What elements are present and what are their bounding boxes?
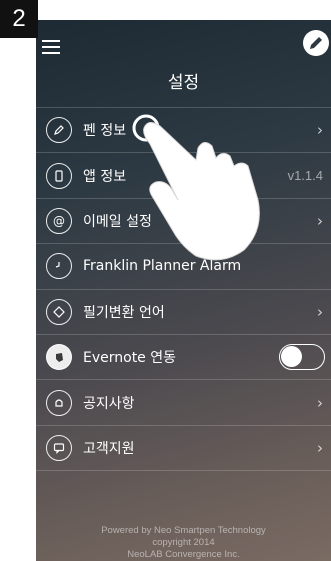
footer-line: Powered by Neo Smartpen Technology <box>101 525 266 536</box>
bell-icon <box>46 389 72 416</box>
row-label: 앱 정보 <box>83 168 127 185</box>
settings-screen: 설정 펜 정보 › 앱 정보 v1.1.4 @ 이메일 설정 › Frankli… <box>36 20 331 561</box>
settings-row-franklin-alarm[interactable]: Franklin Planner Alarm <box>36 244 331 290</box>
chevron-right-icon: › <box>317 121 323 140</box>
pen-icon <box>310 37 322 49</box>
settings-row-notices[interactable]: 공지사항 › <box>36 380 331 426</box>
clock-icon <box>46 253 72 280</box>
at-icon: @ <box>46 207 72 234</box>
pen-icon <box>46 117 72 144</box>
settings-row-handwriting-language[interactable]: 필기변환 언어 › <box>36 290 331 335</box>
settings-row-app-info[interactable]: 앱 정보 v1.1.4 <box>36 153 331 199</box>
footer-line: copyright 2014 <box>152 537 215 548</box>
row-label: Franklin Planner Alarm <box>83 258 242 275</box>
app-version: v1.1.4 <box>287 168 323 184</box>
settings-row-email[interactable]: @ 이메일 설정 › <box>36 199 331 245</box>
language-icon <box>46 298 72 325</box>
row-label: 공지사항 <box>83 395 135 412</box>
row-label: 고객지원 <box>83 440 135 457</box>
row-label: Evernote 연동 <box>83 350 177 367</box>
phone-icon <box>46 162 72 189</box>
footer-credits: Powered by Neo Smartpen Technology copyr… <box>36 525 331 561</box>
hamburger-menu-icon[interactable] <box>42 40 60 54</box>
header: 설정 <box>36 20 331 102</box>
row-label: 펜 정보 <box>83 123 127 140</box>
evernote-toggle[interactable] <box>279 344 325 371</box>
row-label: 이메일 설정 <box>83 213 152 230</box>
settings-row-evernote: Evernote 연동 <box>36 335 331 381</box>
evernote-icon <box>46 344 72 371</box>
step-number-badge: 2 <box>0 0 38 38</box>
pen-shortcut-button[interactable] <box>303 30 329 56</box>
settings-list: 펜 정보 › 앱 정보 v1.1.4 @ 이메일 설정 › Franklin P… <box>36 107 331 472</box>
footer-line: NeoLAB Convergence Inc. <box>127 549 240 560</box>
chevron-right-icon: › <box>317 211 323 230</box>
toggle-knob <box>281 346 302 368</box>
settings-row-pen-info[interactable]: 펜 정보 › <box>36 107 331 154</box>
row-label: 필기변환 언어 <box>83 304 165 321</box>
page-title: 설정 <box>167 73 200 93</box>
chevron-right-icon: › <box>317 302 323 321</box>
chat-icon <box>46 434 72 461</box>
settings-row-support[interactable]: 고객지원 › <box>36 426 331 472</box>
chevron-right-icon: › <box>317 438 323 457</box>
chevron-right-icon: › <box>317 393 323 412</box>
